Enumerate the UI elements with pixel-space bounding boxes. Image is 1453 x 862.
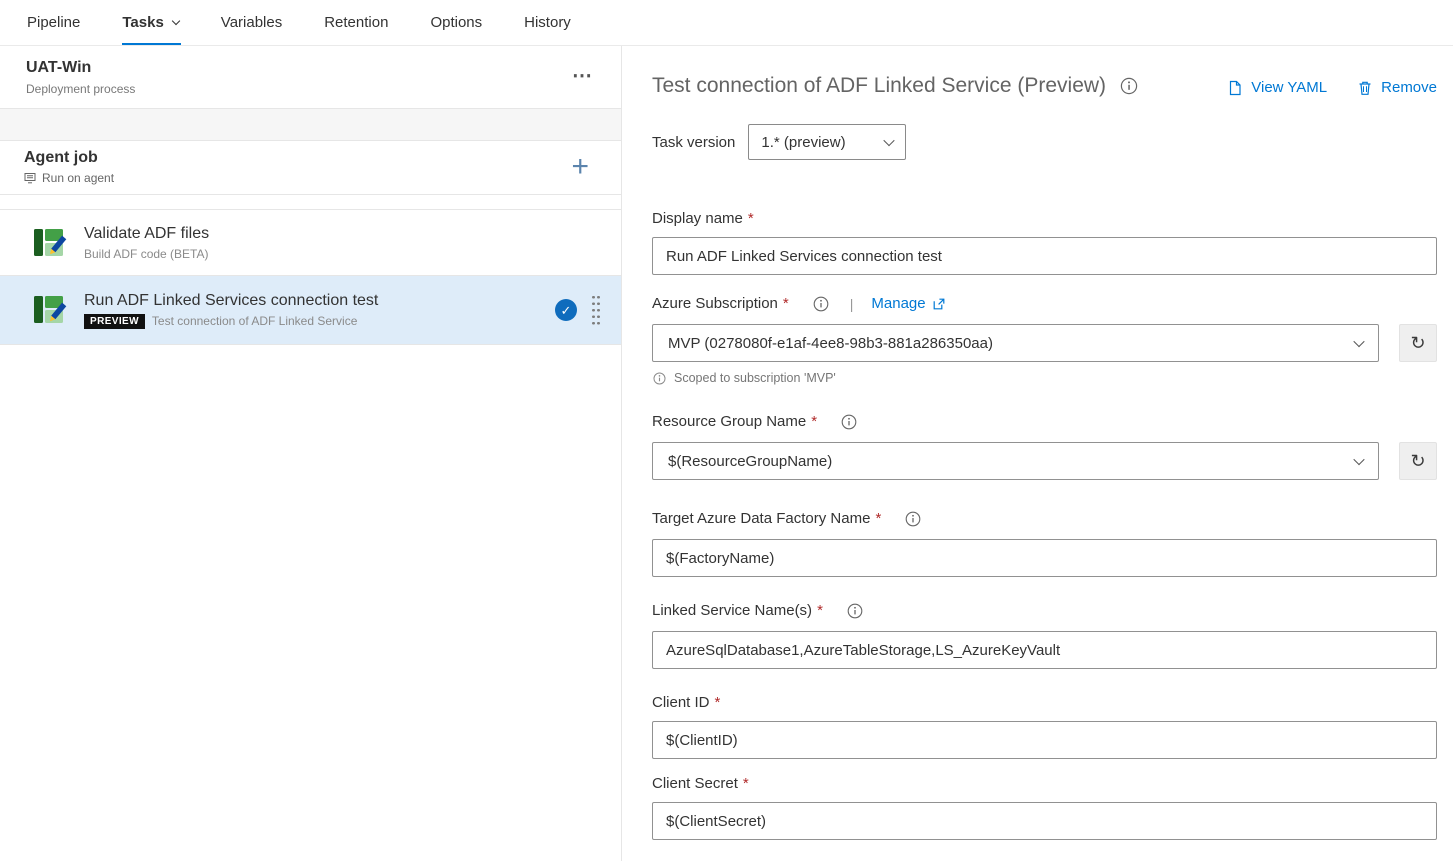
task-version-label: Task version: [652, 134, 735, 151]
field-client-id: Client ID *: [652, 694, 1437, 759]
refresh-icon: ↻: [1410, 451, 1425, 472]
task-settings-title: Test connection of ADF Linked Service (P…: [652, 74, 1106, 98]
field-display-name: Display name *: [652, 210, 1437, 275]
client-id-input[interactable]: [652, 721, 1437, 759]
azure-subscription-dropdown[interactable]: MVP (0278080f-e1af-4ee8-98b3-881a286350a…: [652, 324, 1379, 362]
required-marker: *: [783, 295, 789, 312]
factory-name-input[interactable]: [652, 539, 1437, 577]
tab-history[interactable]: History: [503, 0, 592, 45]
tab-variables[interactable]: Variables: [200, 0, 303, 45]
adf-task-icon: [30, 291, 68, 329]
field-label: Target Azure Data Factory Name: [652, 510, 870, 527]
chevron-down-icon: [884, 135, 895, 146]
task-subtitle: Test connection of ADF Linked Service: [152, 314, 357, 328]
field-label: Azure Subscription: [652, 295, 778, 312]
task-settings-panel: Test connection of ADF Linked Service (P…: [622, 46, 1453, 861]
document-icon: [1227, 80, 1243, 96]
field-target-data-factory-name: Target Azure Data Factory Name *: [652, 510, 1437, 577]
refresh-icon: ↻: [1410, 333, 1425, 354]
display-name-input[interactable]: [652, 237, 1437, 275]
required-marker: *: [715, 694, 721, 711]
info-icon[interactable]: [847, 603, 863, 619]
agent-icon: [24, 172, 36, 184]
manage-subscription-link[interactable]: Manage: [871, 295, 944, 312]
view-yaml-label: View YAML: [1251, 79, 1327, 96]
info-icon[interactable]: [1120, 77, 1138, 95]
separator: |: [850, 296, 854, 312]
stage-subtitle: Deployment process: [26, 82, 135, 96]
linked-services-input[interactable]: [652, 631, 1437, 669]
task-subtitle: Build ADF code (BETA): [84, 247, 209, 261]
client-secret-input[interactable]: [652, 802, 1437, 840]
task-version-value: 1.* (preview): [761, 134, 845, 151]
field-label: Linked Service Name(s): [652, 602, 812, 619]
tab-label: Pipeline: [27, 14, 80, 31]
plus-icon: +: [571, 150, 589, 183]
task-title: Validate ADF files: [84, 225, 601, 243]
panel-header: UAT-Win Deployment process ⋯: [0, 46, 621, 109]
agent-job-title: Agent job: [24, 149, 114, 167]
tab-label: Tasks: [122, 14, 163, 31]
view-yaml-button[interactable]: View YAML: [1227, 79, 1327, 96]
required-marker: *: [817, 602, 823, 619]
info-icon: [653, 372, 666, 385]
task-version-select[interactable]: 1.* (preview): [748, 124, 906, 160]
refresh-subscriptions-button[interactable]: ↻: [1399, 324, 1437, 362]
chevron-down-icon: [1353, 454, 1364, 465]
subscription-scope-helper: Scoped to subscription 'MVP': [674, 371, 836, 385]
trash-icon: [1357, 80, 1373, 96]
tab-pipeline[interactable]: Pipeline: [6, 0, 101, 45]
resource-group-value: $(ResourceGroupName): [668, 453, 832, 470]
drag-handle[interactable]: [591, 294, 601, 326]
info-icon[interactable]: [905, 511, 921, 527]
tab-options[interactable]: Options: [409, 0, 503, 45]
task-row-run-adf-linked-services-connection-test[interactable]: Run ADF Linked Services connection test …: [0, 275, 621, 345]
adf-task-icon: [30, 224, 68, 262]
tab-tasks[interactable]: Tasks: [101, 0, 199, 45]
check-icon: ✓: [561, 304, 572, 317]
stage-name: UAT-Win: [26, 59, 135, 77]
required-marker: *: [811, 413, 817, 430]
field-linked-service-names: Linked Service Name(s) *: [652, 602, 1437, 669]
tab-label: Options: [430, 14, 482, 31]
field-label: Client Secret: [652, 775, 738, 792]
field-label: Display name: [652, 210, 743, 227]
field-resource-group-name: Resource Group Name * $(ResourceGroupNam…: [652, 413, 1437, 480]
chevron-down-icon: [172, 17, 180, 25]
remove-label: Remove: [1381, 79, 1437, 96]
pipeline-topnav: Pipeline Tasks Variables Retention Optio…: [0, 0, 1453, 46]
remove-task-button[interactable]: Remove: [1357, 79, 1437, 96]
required-marker: *: [743, 775, 749, 792]
required-marker: *: [748, 210, 754, 227]
field-label: Resource Group Name: [652, 413, 806, 430]
field-label: Client ID: [652, 694, 710, 711]
more-button[interactable]: ⋯: [570, 63, 595, 88]
panel-divider: [0, 109, 621, 141]
info-icon[interactable]: [841, 414, 857, 430]
tab-retention[interactable]: Retention: [303, 0, 409, 45]
tab-label: Retention: [324, 14, 388, 31]
tasks-gap: [0, 195, 621, 209]
refresh-resource-groups-button[interactable]: ↻: [1399, 442, 1437, 480]
info-icon[interactable]: [813, 296, 829, 312]
chevron-down-icon: [1353, 336, 1364, 347]
azure-subscription-value: MVP (0278080f-e1af-4ee8-98b3-881a286350a…: [668, 335, 993, 352]
deployment-process-panel: UAT-Win Deployment process ⋯ Agent job R…: [0, 46, 622, 861]
add-task-button[interactable]: +: [563, 152, 597, 182]
resource-group-dropdown[interactable]: $(ResourceGroupName): [652, 442, 1379, 480]
tab-label: Variables: [221, 14, 282, 31]
external-link-icon: [933, 298, 945, 310]
field-azure-subscription: Azure Subscription * | Manage: [652, 295, 1437, 385]
task-row-validate-adf-files[interactable]: Validate ADF files Build ADF code (BETA): [0, 209, 621, 275]
field-client-secret: Client Secret *: [652, 775, 1437, 840]
preview-badge: PREVIEW: [84, 314, 145, 329]
required-marker: *: [875, 510, 881, 527]
agent-job-header[interactable]: Agent job Run on agent +: [0, 141, 621, 195]
agent-job-subtitle: Run on agent: [42, 171, 114, 185]
ellipsis-icon: ⋯: [572, 65, 593, 87]
task-title: Run ADF Linked Services connection test: [84, 292, 555, 310]
task-enabled-check[interactable]: ✓: [555, 299, 577, 321]
manage-label: Manage: [871, 295, 925, 312]
tab-label: History: [524, 14, 571, 31]
